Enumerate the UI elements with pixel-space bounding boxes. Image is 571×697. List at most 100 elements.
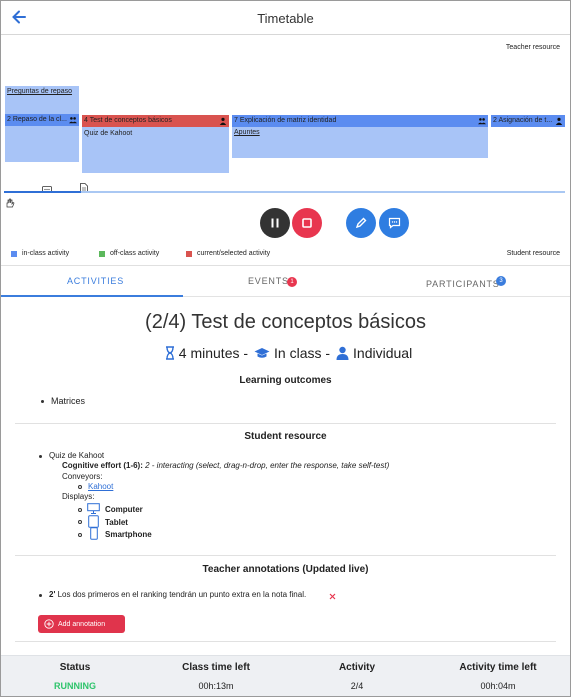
student-resource-label: Student resource <box>506 250 560 257</box>
graduation-cap-icon <box>254 347 270 358</box>
resource-name: Quiz de Kahoot <box>49 451 105 460</box>
kahoot-link[interactable]: Kahoot <box>88 482 113 491</box>
person-icon <box>555 117 563 125</box>
tab-participants[interactable]: PARTICIPANTS <box>426 279 500 289</box>
computer-icon <box>87 503 100 514</box>
add-annotation-button[interactable]: Add annotation <box>38 615 125 633</box>
bullet <box>39 455 42 458</box>
activity-grouping: Individual <box>353 345 413 361</box>
tab-activities[interactable]: ACTIVITIES <box>67 276 124 286</box>
activity-column: Activity 2/4 <box>287 662 427 691</box>
learning-outcome-item: Matrices <box>51 396 86 406</box>
block-label: 2 Asignación de t... <box>493 117 553 124</box>
activity-value: 2/4 <box>350 681 364 691</box>
timeline-progress <box>4 191 81 193</box>
cognitive-effort: Cognitive effort (1-6): 2 - interacting … <box>62 461 389 470</box>
edit-button[interactable] <box>346 208 376 238</box>
person-icon <box>336 346 349 360</box>
comment-marker-icon[interactable] <box>42 181 52 193</box>
stop-button[interactable] <box>292 208 322 238</box>
bullet <box>41 400 44 403</box>
teacher-resource-label: Teacher resource <box>505 44 560 51</box>
plus-circle-icon <box>44 619 54 629</box>
display-item: Tablet <box>105 518 128 527</box>
legend-label: in-class activity <box>22 250 70 257</box>
page-title: Timetable <box>257 11 314 26</box>
divider <box>15 555 556 556</box>
person-icon <box>219 117 227 125</box>
participants-badge: 3 <box>496 276 506 286</box>
legend-label: current/selected activity <box>197 250 271 257</box>
effort-label: Cognitive effort (1-6): <box>62 461 143 470</box>
events-badge: 1 <box>287 277 297 287</box>
tab-events[interactable]: EVENTS <box>248 276 289 286</box>
legend-swatch <box>11 250 17 257</box>
divider <box>15 641 556 642</box>
status-label: Status <box>59 662 91 673</box>
group-icon <box>478 118 486 125</box>
learning-outcomes-heading: Learning outcomes <box>239 375 332 386</box>
legend-swatch <box>186 250 192 257</box>
class-time-label: Class time left <box>182 662 250 673</box>
comment-button[interactable] <box>379 208 409 238</box>
timeline-block-repaso[interactable]: 2 Repaso de la cl... <box>5 114 79 126</box>
block-resource: Quiz de Kahoot <box>84 130 133 137</box>
legend-swatch <box>99 250 105 257</box>
group-icon <box>69 117 77 124</box>
annotation-text: Los dos primeros en el ranking tendrán u… <box>57 590 307 599</box>
activity-duration: 4 minutes - <box>178 345 249 361</box>
block-label: 4 Test de conceptos básicos <box>84 117 172 124</box>
stop-icon <box>302 218 312 228</box>
hourglass-icon <box>165 346 174 360</box>
timeline-block-preguntas[interactable]: Preguntas de repaso <box>5 86 79 114</box>
timeline-block-explicacion[interactable]: 7 Explicación de matriz identidad Apunte… <box>232 115 488 158</box>
annotation-item: 2' Los dos primeros en el ranking tendrá… <box>49 590 306 599</box>
legend-in-class: in-class activity <box>11 250 69 257</box>
conveyors-label: Conveyors: <box>62 472 103 481</box>
timeline-block-asignacion[interactable]: 2 Asignación de t... <box>491 115 565 127</box>
annotation-time: 2' <box>49 590 56 599</box>
smartphone-icon <box>90 527 98 540</box>
activity-time-label: Activity time left <box>459 662 537 673</box>
block-resource-link[interactable]: Apuntes <box>234 129 260 136</box>
divider <box>15 423 556 424</box>
legend-label: off-class activity <box>110 250 160 257</box>
document-marker-icon[interactable] <box>80 180 88 193</box>
displays-label: Displays: <box>62 492 95 501</box>
teacher-annotations-heading: Teacher annotations (Updated live) <box>202 564 369 575</box>
add-annotation-label: Add annotation <box>58 620 106 628</box>
timeline-track <box>4 191 565 193</box>
student-resource-heading: Student resource <box>244 431 327 442</box>
status-value: RUNNING <box>54 681 96 691</box>
timeline-block-repaso-body[interactable] <box>5 126 79 162</box>
bullet <box>78 520 82 524</box>
top-bar: Timetable <box>1 1 570 35</box>
status-bar: Status RUNNING Class time left 00h:13m A… <box>1 655 570 696</box>
display-item: Smartphone <box>105 530 152 539</box>
delete-annotation-icon[interactable] <box>328 588 337 600</box>
pause-icon <box>271 218 279 228</box>
timeline-panel: Teacher resource Preguntas de repaso 2 R… <box>1 36 570 266</box>
effort-value: 2 - interacting (select, drag-n-drop, en… <box>145 461 390 470</box>
chat-icon <box>388 217 400 229</box>
activity-time-column: Activity time left 00h:04m <box>428 662 568 691</box>
activity-meta: 4 minutes - In class - Individual <box>1 345 570 361</box>
tab-bar: ACTIVITIES EVENTS 1 PARTICIPANTS 3 <box>1 267 570 297</box>
tab-active-indicator <box>1 295 183 297</box>
timeline-block-test[interactable]: 4 Test de conceptos básicos Quiz de Kaho… <box>82 115 229 173</box>
activity-title: (2/4) Test de conceptos básicos <box>145 311 426 333</box>
bullet <box>78 485 82 489</box>
activity-label: Activity <box>338 662 376 673</box>
block-label[interactable]: Preguntas de repaso <box>7 88 72 95</box>
pause-button[interactable] <box>260 208 290 238</box>
bullet <box>78 533 82 537</box>
bullet <box>39 594 42 597</box>
bullet <box>78 508 82 512</box>
legend-off-class: off-class activity <box>99 250 159 257</box>
status-column: Status RUNNING <box>5 662 145 691</box>
timetable-window: Timetable Teacher resource Preguntas de … <box>0 0 571 697</box>
drag-hand-icon[interactable] <box>5 195 15 208</box>
display-item: Computer <box>105 505 143 514</box>
block-label: 2 Repaso de la cl... <box>7 116 67 123</box>
legend-current: current/selected activity <box>186 250 270 257</box>
